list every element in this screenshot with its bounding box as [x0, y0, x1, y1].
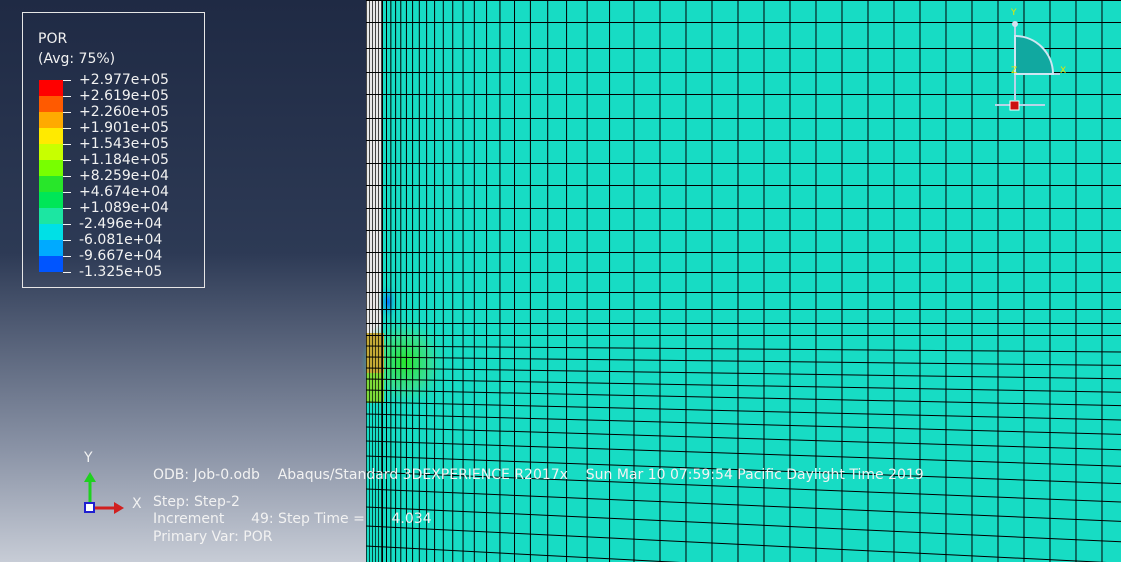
wall-strip	[366, 0, 382, 333]
legend-value: -1.325e+05	[79, 264, 163, 280]
global-axis-triad: Y X	[76, 446, 156, 526]
legend-value: -2.496e+04	[79, 216, 163, 232]
legend-color-swatch	[39, 144, 63, 160]
legend-value: +2.619e+05	[79, 88, 169, 104]
odb-info-line: ODB: Job-0.odb Abaqus/Standard 3DEXPERIE…	[153, 467, 924, 483]
model-viewport[interactable]: POR (Avg: 75%) +2.977e+05 +2.619e+05 +2.26…	[0, 0, 1121, 562]
legend-tick	[63, 96, 71, 97]
legend-title: POR	[38, 31, 68, 47]
legend-tick	[63, 176, 71, 177]
legend-tick	[63, 240, 71, 241]
legend-color-swatch	[39, 192, 63, 208]
legend-value: -6.081e+04	[79, 232, 163, 248]
legend-tick	[63, 128, 71, 129]
legend-value: +2.977e+05	[79, 72, 169, 88]
legend-value: +1.184e+05	[79, 152, 169, 168]
legend-tick	[63, 224, 71, 225]
primary-var-line: Primary Var: POR	[153, 529, 273, 545]
legend-value: +4.674e+04	[79, 184, 169, 200]
legend-subtitle: (Avg: 75%)	[38, 51, 116, 67]
legend-color-swatch	[39, 112, 63, 128]
step-info-line: Step: Step-2	[153, 494, 240, 510]
legend-value: -9.667e+04	[79, 248, 163, 264]
triad-x-label: X	[132, 496, 142, 512]
legend-value: +1.901e+05	[79, 120, 169, 136]
legend-value: +8.259e+04	[79, 168, 169, 184]
legend-tick	[63, 160, 71, 161]
legend-color-swatch	[39, 160, 63, 176]
legend-tick	[63, 192, 71, 193]
legend-value: +1.543e+05	[79, 136, 169, 152]
legend-color-swatch	[39, 96, 63, 112]
compass-z-label: Z	[1011, 66, 1018, 76]
legend-tick	[63, 112, 71, 113]
legend-color-swatch	[39, 208, 63, 224]
suction-contour-blob	[378, 282, 398, 322]
view-cube-icon[interactable]	[990, 6, 1070, 116]
legend-value: +1.089e+04	[79, 200, 169, 216]
legend-tick	[63, 144, 71, 145]
legend-color-swatch	[39, 176, 63, 192]
compass-x-label: X	[1060, 66, 1067, 76]
legend-color-swatch	[39, 256, 63, 272]
increment-info-line: Increment 49: Step Time = 4.034	[153, 511, 432, 527]
legend-color-swatch	[39, 80, 63, 96]
legend: POR (Avg: 75%) +2.977e+05 +2.619e+05 +2.26…	[22, 12, 205, 288]
legend-value: +2.260e+05	[79, 104, 169, 120]
legend-tick	[63, 208, 71, 209]
triad-y-label: Y	[84, 450, 93, 466]
legend-tick	[63, 272, 71, 273]
legend-tick	[63, 80, 71, 81]
view-compass[interactable]: Y X Z	[990, 6, 1070, 116]
legend-tick	[63, 256, 71, 257]
compass-y-label: Y	[1011, 8, 1017, 18]
legend-color-swatch	[39, 224, 63, 240]
legend-color-swatch	[39, 240, 63, 256]
legend-color-swatch	[39, 128, 63, 144]
